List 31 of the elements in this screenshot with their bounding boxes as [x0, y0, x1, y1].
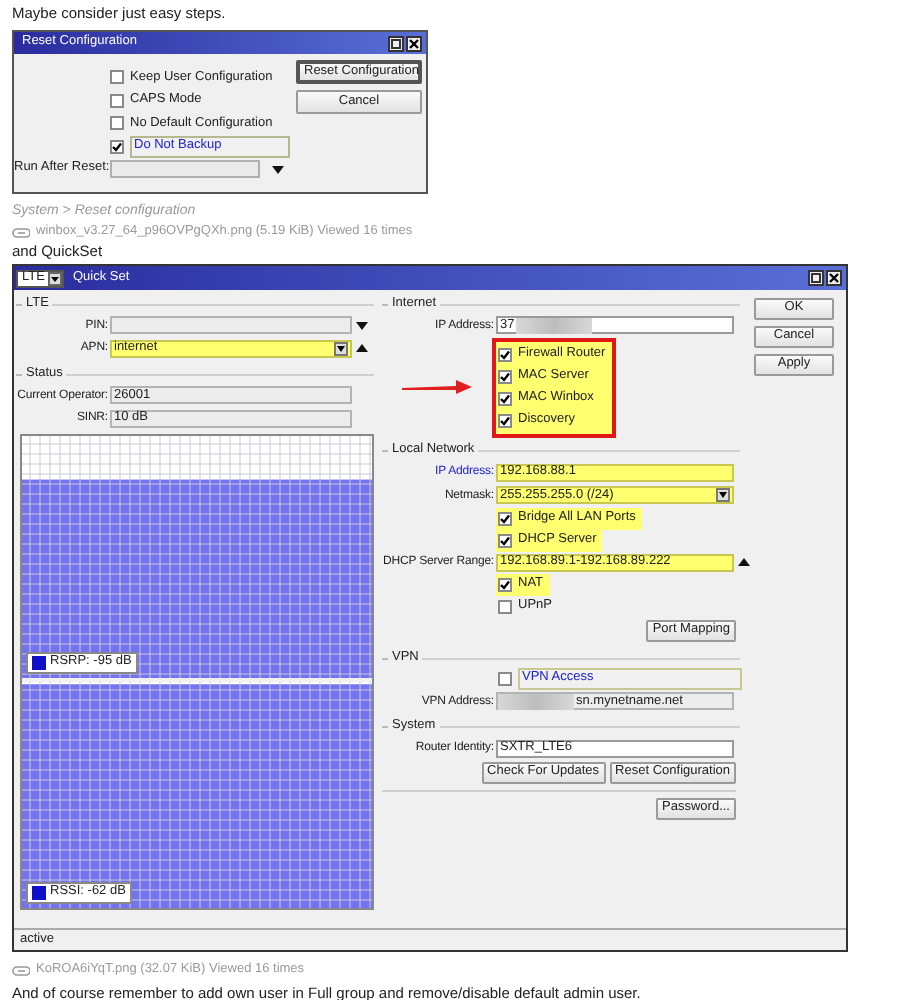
caret-up-icon[interactable] — [356, 342, 368, 355]
legend-swatch — [32, 886, 46, 900]
checkbox[interactable] — [498, 600, 512, 614]
checkbox[interactable] — [110, 139, 124, 154]
legend-swatch — [32, 656, 46, 670]
checkbox[interactable] — [498, 672, 512, 686]
maximize-icon[interactable] — [808, 270, 824, 286]
checkbox[interactable] — [110, 116, 124, 131]
close-icon[interactable] — [406, 35, 422, 51]
attachment-icon — [12, 227, 30, 237]
maximize-icon[interactable] — [388, 35, 404, 51]
checkbox[interactable] — [498, 391, 512, 405]
checkbox[interactable] — [110, 70, 124, 85]
caret-up-icon[interactable] — [738, 556, 750, 569]
dropdown-button[interactable] — [716, 488, 730, 503]
attachment-icon — [12, 965, 30, 975]
caret-down-icon[interactable] — [356, 319, 368, 332]
close-icon[interactable] — [826, 270, 842, 286]
checkbox[interactable] — [110, 93, 124, 108]
checkbox[interactable] — [498, 413, 512, 427]
text-field[interactable] — [110, 316, 352, 335]
checkbox[interactable] — [498, 533, 512, 547]
checkbox[interactable] — [498, 578, 512, 592]
arrow-annotation — [401, 378, 473, 396]
dropdown-field[interactable] — [110, 160, 260, 178]
caret-down-icon[interactable] — [48, 271, 63, 285]
checkbox[interactable] — [498, 511, 512, 525]
checkbox[interactable] — [498, 369, 512, 383]
checkbox[interactable] — [498, 347, 512, 361]
dropdown-button[interactable] — [334, 341, 348, 356]
caret-down-icon[interactable] — [272, 163, 284, 175]
